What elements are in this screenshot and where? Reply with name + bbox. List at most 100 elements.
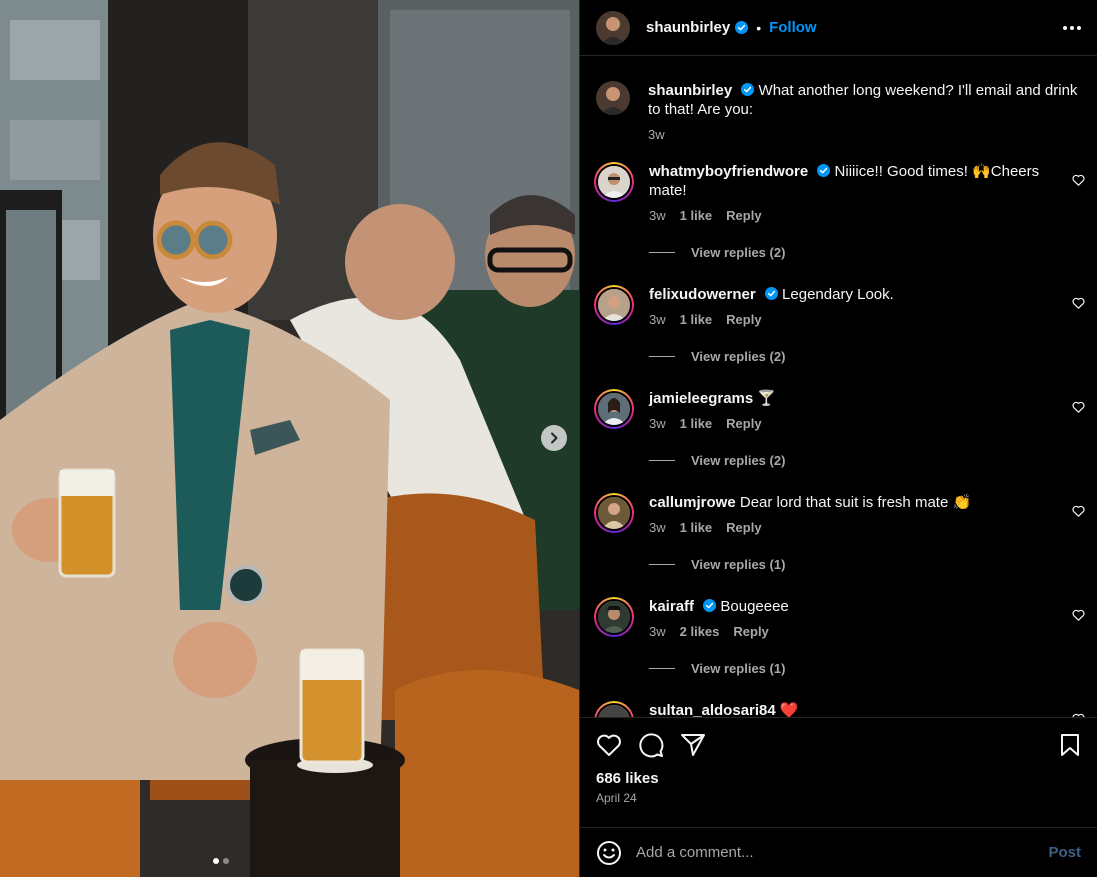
- view-replies-button[interactable]: View replies (1): [649, 555, 1069, 574]
- like-comment-heart-icon[interactable]: [1072, 505, 1085, 517]
- avatar[interactable]: [594, 493, 634, 533]
- reply-button[interactable]: Reply: [726, 310, 761, 329]
- post-comment-button[interactable]: Post: [1048, 844, 1081, 861]
- avatar-image: [598, 601, 630, 633]
- comment-likes[interactable]: 1 like: [680, 414, 713, 433]
- verified-badge-icon: [764, 287, 778, 300]
- comment-text: 🍸: [757, 390, 777, 407]
- reply-button[interactable]: Reply: [726, 518, 761, 537]
- reply-button[interactable]: Reply: [726, 414, 761, 433]
- divider: [649, 252, 675, 253]
- post-caption: shaunbirley What another long weekend? I…: [596, 81, 1081, 144]
- reply-button[interactable]: Reply: [733, 622, 768, 641]
- comment-time: 3w: [649, 520, 666, 535]
- avatar[interactable]: [596, 81, 630, 115]
- avatar-image: [596, 10, 630, 45]
- bookmark-save-icon[interactable]: [1059, 733, 1081, 757]
- avatar-image: [598, 166, 630, 198]
- caption-author[interactable]: shaunbirley: [648, 82, 732, 99]
- comment-username[interactable]: jamieleegrams: [649, 390, 753, 407]
- post-actions: 686 likes April 24: [580, 717, 1097, 827]
- view-replies-label: View replies (1): [691, 557, 786, 572]
- divider: [649, 668, 675, 669]
- like-comment-heart-icon[interactable]: [1072, 174, 1085, 186]
- post-side-panel: shaunbirley • Follow shaunbirley What an…: [579, 0, 1097, 877]
- comment-text: Legendary Look.: [782, 286, 894, 303]
- avatar-image: [598, 705, 630, 717]
- emoji-icon[interactable]: [596, 840, 622, 866]
- divider: [649, 460, 675, 461]
- avatar[interactable]: [594, 389, 634, 429]
- post-header: shaunbirley • Follow: [580, 0, 1097, 56]
- avatar[interactable]: [594, 597, 634, 637]
- share-send-icon[interactable]: [680, 733, 706, 757]
- carousel-dot-active: [213, 858, 219, 864]
- comment-text: Bougeeee: [720, 598, 789, 615]
- divider: [649, 564, 675, 565]
- view-replies-button[interactable]: View replies (2): [649, 451, 1069, 470]
- avatar-image: [598, 497, 630, 529]
- comment-item: felixudowerner Legendary Look. 3w 1 like…: [594, 285, 1089, 366]
- carousel-dot: [223, 858, 229, 864]
- comment-bubble-icon[interactable]: [638, 732, 664, 758]
- comment-text: ❤️: [779, 702, 799, 717]
- like-heart-icon[interactable]: [596, 733, 622, 757]
- post-date: April 24: [596, 791, 637, 805]
- view-replies-button[interactable]: View replies (2): [649, 347, 1069, 366]
- comment-item: jamieleegrams 🍸 3w 1 like Reply View rep…: [594, 389, 1089, 470]
- comment-username[interactable]: kairaff: [649, 598, 694, 615]
- more-options-icon[interactable]: [1063, 25, 1081, 30]
- carousel-next-button[interactable]: [541, 425, 567, 451]
- comment-username[interactable]: felixudowerner: [649, 286, 756, 303]
- verified-badge-icon: [741, 83, 755, 96]
- avatar[interactable]: [594, 701, 634, 717]
- comment-item: whatmyboyfriendwore Niiiice!! Good times…: [594, 162, 1089, 262]
- like-comment-heart-icon[interactable]: [1072, 401, 1085, 413]
- avatar-image: [598, 393, 630, 425]
- comment-likes[interactable]: 1 like: [680, 518, 713, 537]
- avatar-image: [596, 81, 630, 115]
- comment-time: 3w: [649, 312, 666, 327]
- avatar[interactable]: [594, 162, 634, 202]
- view-replies-label: View replies (2): [691, 349, 786, 364]
- chevron-right-icon: [551, 432, 558, 444]
- post-photo[interactable]: [0, 0, 579, 877]
- like-comment-heart-icon[interactable]: [1072, 609, 1085, 621]
- comment-likes[interactable]: 2 likes: [680, 622, 720, 641]
- like-comment-heart-icon[interactable]: [1072, 297, 1085, 309]
- comment-username[interactable]: sultan_aldosari84: [649, 702, 776, 717]
- follow-button[interactable]: Follow: [769, 19, 817, 36]
- comment-username[interactable]: callumjrowe: [649, 494, 736, 511]
- caption-time: 3w: [648, 127, 665, 142]
- reply-button[interactable]: Reply: [726, 206, 761, 225]
- verified-badge-icon: [703, 599, 717, 612]
- avatar[interactable]: [596, 10, 630, 45]
- carousel-indicator: [213, 858, 229, 864]
- separator-dot: •: [756, 19, 762, 36]
- comment-time: 3w: [649, 208, 666, 223]
- view-replies-label: View replies (1): [691, 661, 786, 676]
- comment-item: callumjrowe Dear lord that suit is fresh…: [594, 493, 1089, 574]
- comment-username[interactable]: whatmyboyfriendwore: [649, 163, 808, 180]
- comments-list[interactable]: shaunbirley What another long weekend? I…: [580, 57, 1097, 717]
- divider: [649, 356, 675, 357]
- avatar-image: [598, 289, 630, 321]
- comment-time: 3w: [649, 416, 666, 431]
- comment-likes[interactable]: 1 like: [680, 310, 713, 329]
- comment-likes[interactable]: 1 like: [680, 206, 713, 225]
- post-likes-count[interactable]: 686 likes: [580, 770, 1097, 787]
- comment-time: 3w: [649, 624, 666, 639]
- view-replies-button[interactable]: View replies (1): [649, 659, 1069, 678]
- avatar[interactable]: [594, 285, 634, 325]
- comment-input[interactable]: [636, 844, 1049, 861]
- view-replies-button[interactable]: View replies (2): [649, 243, 1069, 262]
- photo-scene: [0, 0, 579, 877]
- verified-badge-icon: [817, 164, 831, 177]
- comment-item: kairaff Bougeeee 3w 2 likes Reply View r…: [594, 597, 1089, 678]
- comment-item: sultan_aldosari84 ❤️: [594, 701, 1089, 717]
- comment-text: Dear lord that suit is fresh mate 👏: [739, 494, 972, 511]
- comment-composer: Post: [580, 827, 1097, 877]
- verified-badge-icon: [735, 21, 749, 34]
- post-author-username[interactable]: shaunbirley: [646, 19, 730, 36]
- view-replies-label: View replies (2): [691, 245, 786, 260]
